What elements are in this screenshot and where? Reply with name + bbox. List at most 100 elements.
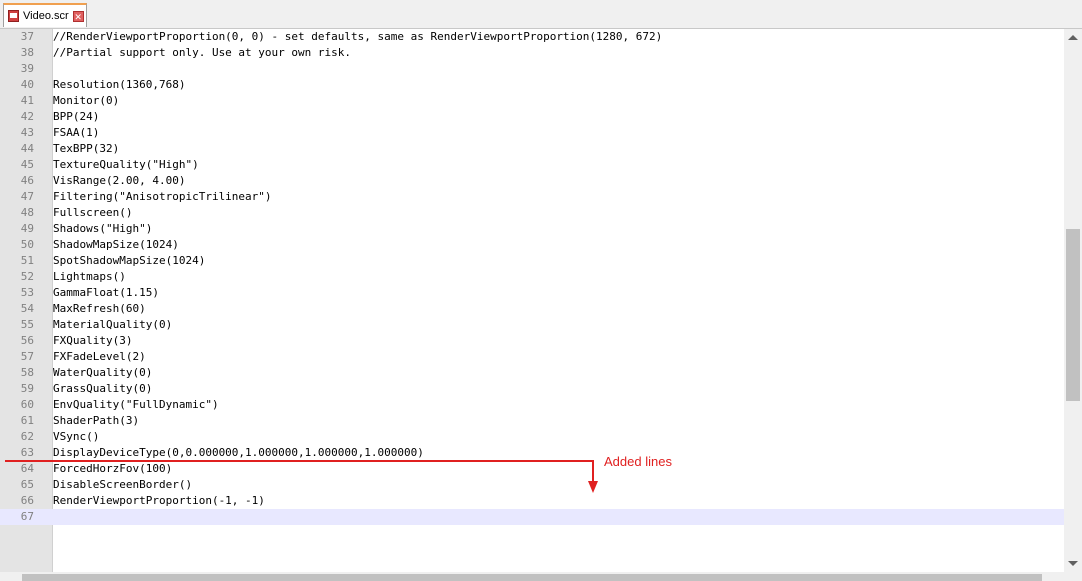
line-number: 64 [20,462,34,475]
line-text[interactable]: EnvQuality("FullDynamic") [53,397,219,413]
vertical-scrollbar[interactable] [1064,29,1082,572]
line-number: 61 [20,414,34,427]
line-text[interactable]: Monitor(0) [53,93,119,109]
line-number: 48 [20,206,34,219]
code-line[interactable]: 59 GrassQuality(0) [0,381,1064,397]
vertical-scroll-thumb[interactable] [1066,229,1080,401]
line-number: 52 [20,270,34,283]
line-number: 55 [20,318,34,331]
line-number: 59 [20,382,34,395]
line-number: 67 [20,510,34,523]
code-line[interactable]: 66 RenderViewportProportion(-1, -1) [0,493,1064,509]
line-number: 42 [20,110,34,123]
line-text[interactable]: //Partial support only. Use at your own … [53,45,351,61]
line-text[interactable]: ShadowMapSize(1024) [53,237,179,253]
code-line[interactable]: 58 WaterQuality(0) [0,365,1064,381]
code-line[interactable]: 44 TexBPP(32) [0,141,1064,157]
code-line[interactable]: 47 Filtering("AnisotropicTrilinear") [0,189,1064,205]
line-text[interactable]: Resolution(1360,768) [53,77,185,93]
line-number: 62 [20,430,34,443]
tab-video-scr[interactable]: Video.scr ✕ [3,3,87,27]
line-number: 47 [20,190,34,203]
annotation-label: Added lines [604,454,672,469]
line-text[interactable]: TextureQuality("High") [53,157,199,173]
line-text[interactable]: //RenderViewportProportion(0, 0) - set d… [53,29,662,45]
code-line[interactable]: 45 TextureQuality("High") [0,157,1064,173]
line-number: 39 [20,62,34,75]
code-line[interactable]: 50 ShadowMapSize(1024) [0,237,1064,253]
code-line[interactable]: 60 EnvQuality("FullDynamic") [0,397,1064,413]
scroll-down-arrow-icon[interactable] [1068,561,1078,566]
line-text[interactable]: FSAA(1) [53,125,99,141]
code-line[interactable]: 61 ShaderPath(3) [0,413,1064,429]
line-number: 40 [20,78,34,91]
line-text[interactable]: Shadows("High") [53,221,152,237]
code-line[interactable]: 38 //Partial support only. Use at your ow… [0,45,1064,61]
tab-label: Video.scr [23,10,69,22]
line-text[interactable]: MaterialQuality(0) [53,317,172,333]
code-line[interactable]: 55 MaterialQuality(0) [0,317,1064,333]
line-text[interactable]: DisplayDeviceType(0,0.000000,1.000000,1.… [53,445,424,461]
line-number: 41 [20,94,34,107]
text-editor[interactable]: 37 //RenderViewportProportion(0, 0) - set… [0,29,1064,572]
line-number: 56 [20,334,34,347]
close-icon[interactable]: ✕ [72,10,84,22]
line-number: 60 [20,398,34,411]
line-number: 37 [20,30,34,43]
code-line[interactable]: 40 Resolution(1360,768) [0,77,1064,93]
line-text[interactable]: RenderViewportProportion(-1, -1) [53,493,265,509]
line-text[interactable]: TexBPP(32) [53,141,119,157]
code-line[interactable]: 63 DisplayDeviceType(0,0.000000,1.000000,… [0,445,1064,461]
line-text[interactable]: Lightmaps() [53,269,126,285]
line-text[interactable]: VSync() [53,429,99,445]
line-text[interactable]: VisRange(2.00, 4.00) [53,173,185,189]
code-line[interactable]: 56 FXQuality(3) [0,333,1064,349]
code-line[interactable]: 64 ForcedHorzFov(100) [0,461,1064,477]
line-number: 51 [20,254,34,267]
line-text[interactable]: BPP(24) [53,109,99,125]
line-number: 66 [20,494,34,507]
line-number: 44 [20,142,34,155]
line-text[interactable]: ShaderPath(3) [53,413,139,429]
code-line[interactable]: 46 VisRange(2.00, 4.00) [0,173,1064,189]
line-text[interactable]: Filtering("AnisotropicTrilinear") [53,189,272,205]
code-line[interactable]: 48 Fullscreen() [0,205,1064,221]
line-text[interactable]: SpotShadowMapSize(1024) [53,253,205,269]
line-number: 38 [20,46,34,59]
horizontal-scroll-thumb[interactable] [22,574,1042,581]
code-line[interactable]: 54 MaxRefresh(60) [0,301,1064,317]
line-text[interactable]: WaterQuality(0) [53,365,152,381]
code-line[interactable]: 53 GammaFloat(1.15) [0,285,1064,301]
code-line[interactable]: 65 DisableScreenBorder() [0,477,1064,493]
line-number: 63 [20,446,34,459]
scrollbar-corner [1064,572,1082,581]
code-line[interactable]: 52 Lightmaps() [0,269,1064,285]
line-text[interactable]: MaxRefresh(60) [53,301,146,317]
line-text[interactable]: Fullscreen() [53,205,132,221]
line-text[interactable]: DisableScreenBorder() [53,477,192,493]
line-text[interactable]: GammaFloat(1.15) [53,285,159,301]
line-text[interactable]: ForcedHorzFov(100) [53,461,172,477]
line-number: 58 [20,366,34,379]
line-text[interactable]: FXFadeLevel(2) [53,349,146,365]
arrow-down-icon [588,481,598,493]
line-number: 50 [20,238,34,251]
code-line[interactable]: 49 Shadows("High") [0,221,1064,237]
line-text[interactable]: FXQuality(3) [53,333,132,349]
line-number: 46 [20,174,34,187]
scroll-up-arrow-icon[interactable] [1068,35,1078,40]
code-line[interactable]: 57 FXFadeLevel(2) [0,349,1064,365]
tab-bar: Video.scr ✕ [0,0,1082,29]
line-number: 65 [20,478,34,491]
code-line[interactable]: 42 BPP(24) [0,109,1064,125]
code-line[interactable]: 67 [0,509,1064,525]
code-line[interactable]: 43 FSAA(1) [0,125,1064,141]
line-text[interactable]: GrassQuality(0) [53,381,152,397]
line-number: 53 [20,286,34,299]
code-line[interactable]: 39 [0,61,1064,77]
code-line[interactable]: 62 VSync() [0,429,1064,445]
horizontal-scrollbar[interactable] [0,572,1064,581]
code-line[interactable]: 41 Monitor(0) [0,93,1064,109]
code-line[interactable]: 51 SpotShadowMapSize(1024) [0,253,1064,269]
code-line[interactable]: 37 //RenderViewportProportion(0, 0) - set… [0,29,1064,45]
